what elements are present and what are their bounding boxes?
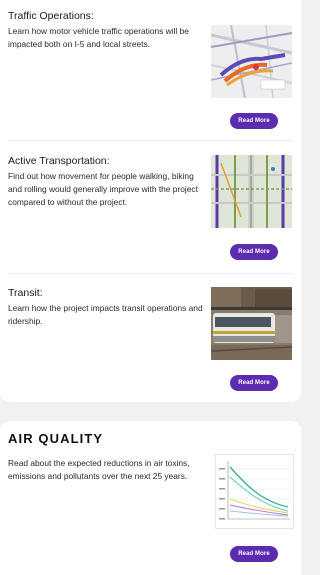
train-photo-icon xyxy=(211,287,292,360)
section-divider xyxy=(8,273,293,274)
traffic-map-thumbnail[interactable] xyxy=(211,25,292,98)
traffic-operations-title: Traffic Operations: xyxy=(8,10,94,22)
section-divider xyxy=(8,140,293,141)
traffic-read-more-button[interactable]: Read More xyxy=(230,113,278,129)
air-quality-heading: AIR QUALITY xyxy=(8,431,104,446)
active-transportation-description: Find out how movement for people walking… xyxy=(8,171,198,207)
traffic-operations-description: Learn how motor vehicle traffic operatio… xyxy=(8,26,189,49)
topics-card: Traffic Operations: Learn how motor vehi… xyxy=(0,0,301,402)
transit-photo-thumbnail[interactable] xyxy=(211,287,292,360)
line-chart-icon xyxy=(216,455,293,528)
active-transportation-read-more-button[interactable]: Read More xyxy=(230,244,278,260)
map-traffic-icon xyxy=(211,25,292,98)
air-quality-read-more-button[interactable]: Read More xyxy=(230,546,278,562)
transit-read-more-button[interactable]: Read More xyxy=(230,375,278,391)
air-quality-chart-thumbnail[interactable] xyxy=(215,454,294,529)
transit-description: Learn how the project impacts transit op… xyxy=(8,303,203,326)
air-quality-description: Read about the expected reductions in ai… xyxy=(8,458,190,481)
map-active-transportation-icon xyxy=(211,155,292,228)
active-transportation-map-thumbnail[interactable] xyxy=(211,155,292,228)
air-quality-card: AIR QUALITY Read about the expected redu… xyxy=(0,421,301,575)
